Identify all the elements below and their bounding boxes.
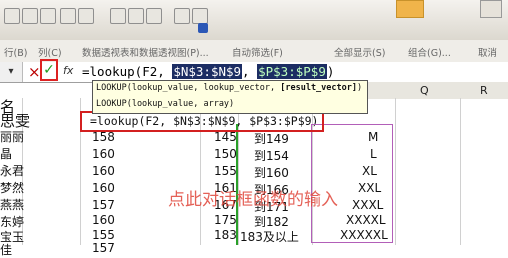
cell-height[interactable]: 160 (92, 147, 115, 161)
cell-name[interactable]: 永君 (0, 162, 24, 179)
formula-arg-result-vector: $P$3:$P$9 (257, 64, 327, 79)
highlight-icon[interactable] (396, 0, 424, 18)
cell-name[interactable]: 晶 (0, 145, 12, 162)
column-header-r[interactable]: R (480, 84, 488, 97)
tool-icon[interactable] (60, 8, 76, 24)
merge-icon[interactable] (110, 8, 126, 24)
cell-height[interactable]: 160 (92, 213, 115, 227)
undo-icon[interactable] (4, 8, 20, 24)
annotation-text: 点此对话框函数的输入 (168, 190, 338, 210)
cell-lower-bound[interactable]: 183 (214, 228, 237, 242)
formula-arg-lookup-vector: $N$3:$N$9 (172, 64, 243, 79)
tool-icon[interactable] (174, 8, 190, 24)
cell-height[interactable]: 160 (92, 164, 115, 178)
tool-icon[interactable] (146, 8, 162, 24)
formula-input[interactable]: =lookup(F2, $N$3:$N$9, $P$3:$P$9) (82, 64, 334, 79)
tool-icon[interactable] (192, 8, 208, 24)
cell-lower-bound[interactable]: 145 (214, 130, 237, 144)
standard-toolbar (0, 0, 508, 41)
font-color-icon[interactable] (480, 0, 502, 18)
enter-button[interactable]: ✓ (40, 59, 58, 81)
cell-lower-bound[interactable]: 150 (214, 147, 237, 161)
cell-height[interactable]: 158 (92, 130, 115, 144)
tooltip-line1-prefix: LOOKUP(lookup_value, lookup_vector, (96, 83, 281, 93)
result-vector-range-border (311, 124, 393, 243)
formula-close: ) (326, 64, 335, 79)
show-all-button[interactable]: 全部显示(S) (334, 45, 385, 59)
grid-line (395, 98, 396, 245)
formula-cell-highlight (80, 111, 324, 132)
cell-name[interactable]: 佳 (0, 241, 12, 258)
tooltip-current-arg: [result_vector] (280, 83, 357, 93)
cancel-button[interactable]: × (28, 63, 41, 81)
cell-lower-bound[interactable]: 155 (214, 164, 237, 178)
redo-icon[interactable] (22, 8, 38, 24)
tooltip-line1-suffix: ) (357, 83, 363, 93)
grid-line (460, 98, 461, 245)
insert-column-button[interactable]: 列(C) (38, 45, 62, 59)
name-box-dropdown[interactable]: ▾ (0, 62, 23, 82)
cell-range-text[interactable]: 到149 (254, 130, 289, 147)
cell-name[interactable]: 梦然 (0, 179, 24, 196)
cell-name[interactable]: 燕燕 (0, 196, 24, 213)
insert-function-button[interactable]: fx (63, 64, 73, 77)
cell-height[interactable]: 160 (92, 181, 115, 195)
function-tooltip: LOOKUP(lookup_value, lookup_vector, [res… (92, 80, 368, 114)
group-button[interactable]: 组合(G)... (408, 45, 451, 59)
cell-range-text[interactable]: 183及以上 (240, 228, 299, 245)
formula-separator: , (242, 64, 258, 79)
auto-filter-button[interactable]: 自动筛选(F) (232, 45, 283, 59)
tooltip-line-2[interactable]: LOOKUP(lookup_value, array) (96, 99, 234, 109)
pivot-toolbar: 行(B) 列(C) 数据透视表和数据透视图(P)... 自动筛选(F) 全部显示… (0, 40, 508, 63)
tooltip-line-1[interactable]: LOOKUP(lookup_value, lookup_vector, [res… (96, 83, 362, 93)
tool-icon[interactable] (78, 8, 94, 24)
column-header-q[interactable]: Q (420, 84, 429, 97)
ungroup-button[interactable]: 取消 (478, 45, 497, 59)
tool-icon[interactable] (40, 8, 56, 24)
cell-height[interactable]: 157 (92, 198, 115, 212)
cell-name[interactable]: 丽丽 (0, 128, 24, 145)
dropdown-icon[interactable] (198, 23, 208, 33)
pivot-table-button[interactable]: 数据透视表和数据透视图(P)... (82, 45, 209, 59)
tool-icon[interactable] (128, 8, 144, 24)
insert-row-button[interactable]: 行(B) (4, 45, 27, 59)
cell-lower-bound[interactable]: 175 (214, 213, 237, 227)
cell-range-text[interactable]: 到160 (254, 164, 289, 181)
cell-height[interactable]: 157 (92, 241, 115, 255)
formula-prefix: =lookup(F2, (82, 64, 173, 79)
cell-range-text[interactable]: 到154 (254, 147, 289, 164)
cell-height[interactable]: 155 (92, 228, 115, 242)
column-header-bar: Q R (362, 82, 508, 99)
